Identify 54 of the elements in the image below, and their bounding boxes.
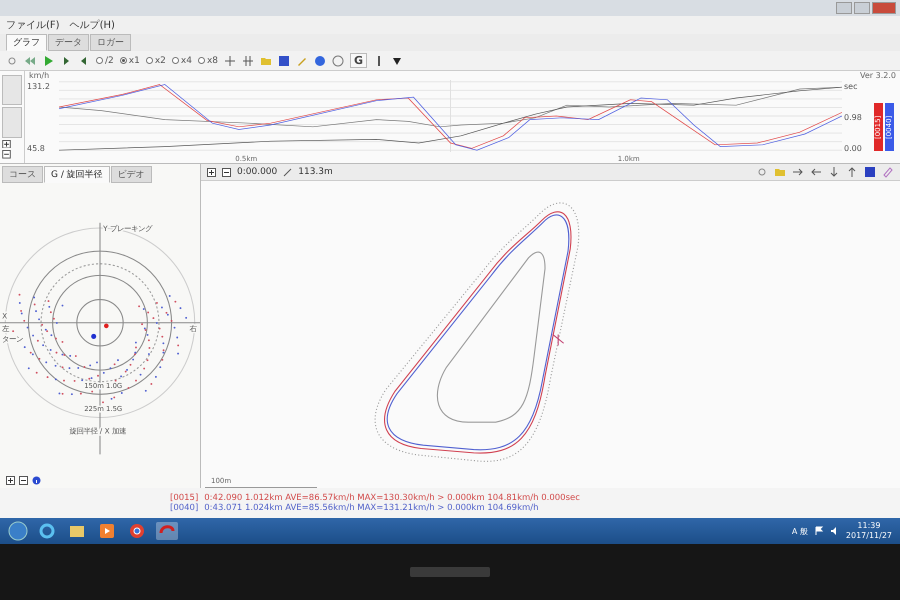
axis-label: 131.2: [27, 82, 51, 91]
browser-icon[interactable]: [39, 523, 55, 539]
tab[interactable]: ビデオ: [110, 166, 152, 183]
join-icon[interactable]: [242, 54, 254, 66]
zoom-out-icon[interactable]: [222, 168, 231, 176]
save-icon[interactable]: [864, 166, 876, 178]
info-icon[interactable]: [32, 476, 41, 485]
flag-icon[interactable]: [814, 526, 824, 536]
arrow-up-icon[interactable]: [846, 166, 858, 178]
lap-summary: 0:43.071 1.024km AVE=85.56km/h MAX=131.21km/h > 0.000km 104.69km/h: [204, 503, 539, 513]
arrow-right-icon[interactable]: [792, 166, 804, 178]
zoom-radio[interactable]: /2: [96, 56, 114, 66]
tab[interactable]: コース: [2, 166, 43, 183]
arrow-down-icon[interactable]: [828, 166, 840, 178]
zoom-in-icon[interactable]: [6, 476, 15, 485]
axis-label: 45.8: [27, 144, 46, 153]
browser-icon[interactable]: [129, 523, 145, 539]
tab[interactable]: ロガー: [90, 34, 131, 51]
zoom-radio[interactable]: x2: [146, 56, 166, 66]
start-icon[interactable]: [8, 521, 28, 541]
zoom-out-icon[interactable]: [2, 150, 11, 159]
lap-summary: 0:42.090 1.012km AVE=86.57km/h MAX=130.30km/h > 0.000km 104.81km/h 0.000sec: [204, 493, 580, 503]
clock[interactable]: 11:39 2017/11/27: [846, 521, 892, 541]
ime-indicator[interactable]: A 般: [792, 526, 808, 536]
zoom-radio[interactable]: x8: [198, 56, 218, 66]
axis-label: 0.98: [844, 113, 863, 122]
menu-item[interactable]: ファイル(F): [6, 18, 60, 32]
zoom-radio[interactable]: x4: [172, 56, 192, 66]
zoom-in-icon[interactable]: [207, 168, 216, 176]
distance-readout: 113.3m: [298, 167, 333, 177]
ruler-icon: [283, 168, 292, 176]
arrow-left-icon[interactable]: [810, 166, 822, 178]
globe-icon[interactable]: [314, 54, 326, 66]
tab[interactable]: G / 旋回半径: [44, 166, 110, 183]
time-readout: 0:00.000: [237, 167, 278, 177]
tab[interactable]: データ: [48, 34, 89, 51]
unit-label: km/h: [29, 71, 50, 80]
tab[interactable]: グラフ: [6, 34, 47, 51]
zoom-radio[interactable]: x1: [120, 56, 140, 66]
menu-item[interactable]: ヘルプ(H): [70, 18, 115, 32]
version-label: Ver 3.2.0: [860, 71, 896, 80]
media-player-icon[interactable]: [100, 524, 114, 538]
play-icon[interactable]: [42, 54, 54, 66]
split-icon[interactable]: [224, 54, 236, 66]
eraser-icon[interactable]: [882, 166, 894, 178]
position-marker-icon: [552, 334, 564, 346]
unit-label: sec: [844, 82, 858, 91]
folder-icon[interactable]: [69, 524, 85, 538]
lap-id: [0015]: [170, 493, 198, 503]
zoom-out-icon[interactable]: [19, 476, 28, 485]
axis-label: 0.00: [844, 144, 863, 153]
zoom-in-icon[interactable]: [2, 140, 11, 148]
lap-id: [0040]: [170, 503, 198, 513]
g-button[interactable]: G: [350, 53, 368, 68]
